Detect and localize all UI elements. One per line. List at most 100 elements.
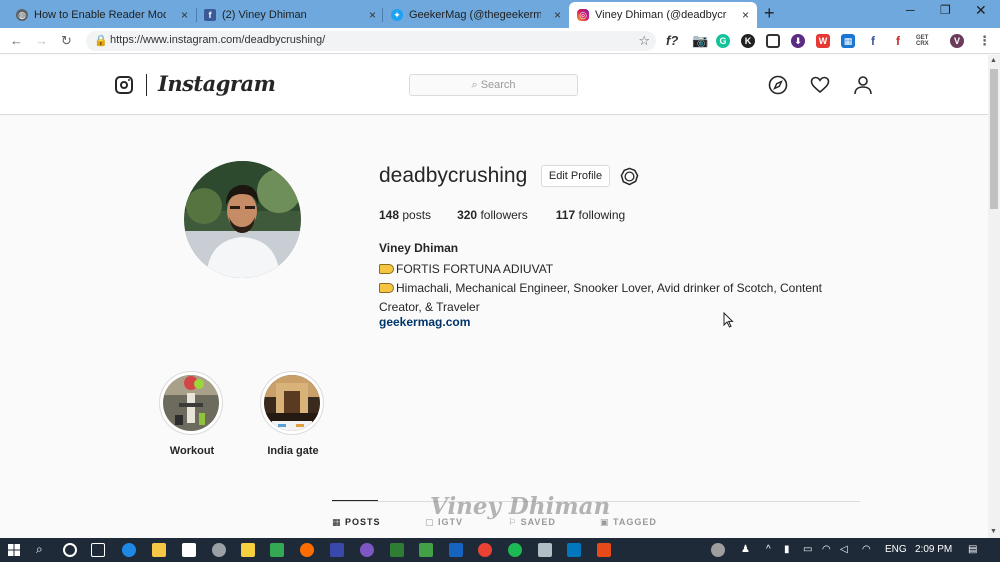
scroll-up-arrow-icon[interactable]: ▲ [990, 57, 997, 64]
screen: ◍ How to Enable Reader Mode in C × f (2)… [0, 0, 1000, 562]
usb-icon[interactable]: ▮ [784, 544, 790, 555]
facebook-extension-icon[interactable]: f [866, 34, 880, 48]
maximize-icon[interactable]: ❐ [940, 3, 951, 17]
close-tab-icon[interactable]: × [369, 8, 376, 22]
battery-icon[interactable]: ▭ [803, 544, 812, 555]
close-tab-icon[interactable]: × [742, 8, 749, 22]
browser-toolbar: ← → ↻ 🔒 https://www.instagram.com/deadby… [0, 28, 1000, 54]
chevron-up-icon[interactable]: ^ [766, 544, 771, 555]
pointing-hand-icon [379, 283, 394, 293]
mail-icon[interactable] [182, 543, 196, 557]
app-music-icon[interactable] [449, 543, 463, 557]
extension-blue-icon[interactable]: ▦ [841, 34, 855, 48]
menu-kebab-icon[interactable]: ⋮ [978, 33, 991, 49]
close-tab-icon[interactable]: × [554, 8, 561, 22]
new-tab-button[interactable]: + [764, 3, 775, 24]
volume-icon[interactable]: ◁ [840, 544, 848, 555]
scroll-down-arrow-icon[interactable]: ▼ [990, 528, 997, 535]
get-crx-icon[interactable]: GET CRX [916, 34, 930, 48]
profile-user-icon[interactable] [853, 75, 873, 95]
grammarly-icon[interactable]: G [716, 34, 730, 48]
india-gate-cover-image [264, 375, 320, 431]
following-label: following [578, 208, 626, 222]
active-tab-indicator [332, 500, 378, 501]
tab-posts[interactable]: ▦ POSTS [332, 517, 381, 528]
sticky-notes-icon[interactable] [241, 543, 255, 557]
bio-text: FORTIS FORTUNA ADIUVAT [396, 262, 554, 276]
action-center-icon[interactable]: ▤ [968, 544, 977, 555]
file-explorer-icon[interactable] [152, 543, 166, 557]
f-red-extension-icon[interactable]: f [891, 34, 905, 48]
page-scrollbar[interactable]: ▲ ▼ [988, 55, 1000, 538]
activity-heart-icon[interactable] [810, 75, 830, 95]
back-arrow-icon[interactable]: ← [10, 33, 23, 48]
instagram-wordmark[interactable]: Instagram [158, 71, 276, 96]
browser-tab-twitter[interactable]: ✦ GeekerMag (@thegeekermag) | T × [383, 2, 569, 28]
profile-username: deadbycrushing [379, 164, 528, 187]
bookmark-star-icon[interactable]: ☆ [638, 33, 650, 49]
clock-time[interactable]: 2:09 PM [915, 544, 952, 555]
app-red-icon[interactable] [597, 543, 611, 557]
network-icon[interactable]: ◠ [822, 544, 831, 555]
browser-tab-reader-mode[interactable]: ◍ How to Enable Reader Mode in C × [8, 2, 196, 28]
address-bar[interactable]: 🔒 https://www.instagram.com/deadbycrushi… [86, 31, 656, 51]
user-status-icon[interactable] [711, 543, 725, 557]
story-highlight-india-gate[interactable]: India gate [260, 371, 326, 457]
picture-in-picture-icon[interactable] [766, 34, 780, 48]
reload-icon[interactable]: ↻ [61, 33, 72, 49]
window-close-icon[interactable]: ✕ [975, 2, 987, 19]
camera-icon[interactable]: 📷 [692, 33, 708, 49]
k-extension-icon[interactable]: K [741, 34, 755, 48]
settings-gear-icon[interactable] [212, 543, 226, 557]
wifi-icon[interactable]: ◠ [862, 544, 871, 555]
app-blue-icon[interactable] [330, 543, 344, 557]
globe-icon: ◍ [16, 9, 28, 21]
edit-profile-button[interactable]: Edit Profile [541, 165, 610, 187]
search-input[interactable]: ⌕ Search [409, 74, 578, 96]
extension-red-icon[interactable]: W [816, 34, 830, 48]
instagram-header: Instagram ⌕ Search [0, 55, 988, 115]
posts-label: posts [402, 208, 432, 222]
explore-compass-icon[interactable] [768, 75, 788, 95]
story-highlight-workout[interactable]: Workout [159, 371, 225, 457]
f-extension-icon[interactable]: f? [666, 33, 678, 48]
task-view-icon[interactable] [91, 543, 105, 557]
firefox-nightly-icon[interactable] [360, 543, 374, 557]
download-icon[interactable]: ⬇ [791, 34, 805, 48]
search-icon[interactable]: ⌕ [36, 542, 43, 557]
mouse-cursor-icon [723, 312, 734, 328]
posts-count: 148 [379, 208, 400, 222]
scroll-thumb[interactable] [990, 69, 998, 209]
windows-start-icon[interactable] [8, 544, 20, 556]
profile-avatar[interactable] [184, 161, 301, 278]
highlight-label: India gate [267, 445, 319, 457]
app-monitor-icon[interactable] [567, 543, 581, 557]
forward-arrow-icon[interactable]: → [35, 33, 48, 48]
people-icon[interactable]: ♟ [741, 544, 750, 555]
instagram-logo-icon[interactable] [115, 76, 133, 94]
facebook-icon: f [204, 9, 216, 21]
edge-browser-icon[interactable] [122, 543, 136, 557]
bio-line: FORTIS FORTUNA ADIUVAT [379, 260, 839, 279]
search-placeholder: Search [480, 79, 516, 91]
spotify-icon[interactable] [508, 543, 522, 557]
followers-label: followers [480, 208, 528, 222]
language-indicator[interactable]: ENG [885, 544, 907, 555]
following-stat[interactable]: 117 following [556, 208, 625, 222]
profile-avatar-icon[interactable]: V [950, 34, 964, 48]
profile-website-link[interactable]: geekermag.com [379, 315, 470, 329]
app-bird-icon[interactable] [538, 543, 552, 557]
firefox-icon[interactable] [300, 543, 314, 557]
browser-tab-instagram-active[interactable]: ◎ Viney Dhiman (@deadbycrushing × [569, 2, 757, 28]
minimize-icon[interactable]: ─ [906, 3, 915, 17]
browser-tab-facebook[interactable]: f (2) Viney Dhiman × [196, 2, 384, 28]
app-green-icon[interactable] [390, 543, 404, 557]
cortana-icon[interactable] [63, 543, 77, 557]
close-tab-icon[interactable]: × [181, 8, 188, 22]
browser-tab-strip: ◍ How to Enable Reader Mode in C × f (2)… [0, 0, 1000, 28]
settings-gear-icon[interactable] [620, 167, 639, 186]
store-icon[interactable] [419, 543, 433, 557]
chrome-icon[interactable] [478, 543, 492, 557]
followers-stat[interactable]: 320 followers [457, 208, 528, 222]
google-drive-icon[interactable] [270, 543, 284, 557]
